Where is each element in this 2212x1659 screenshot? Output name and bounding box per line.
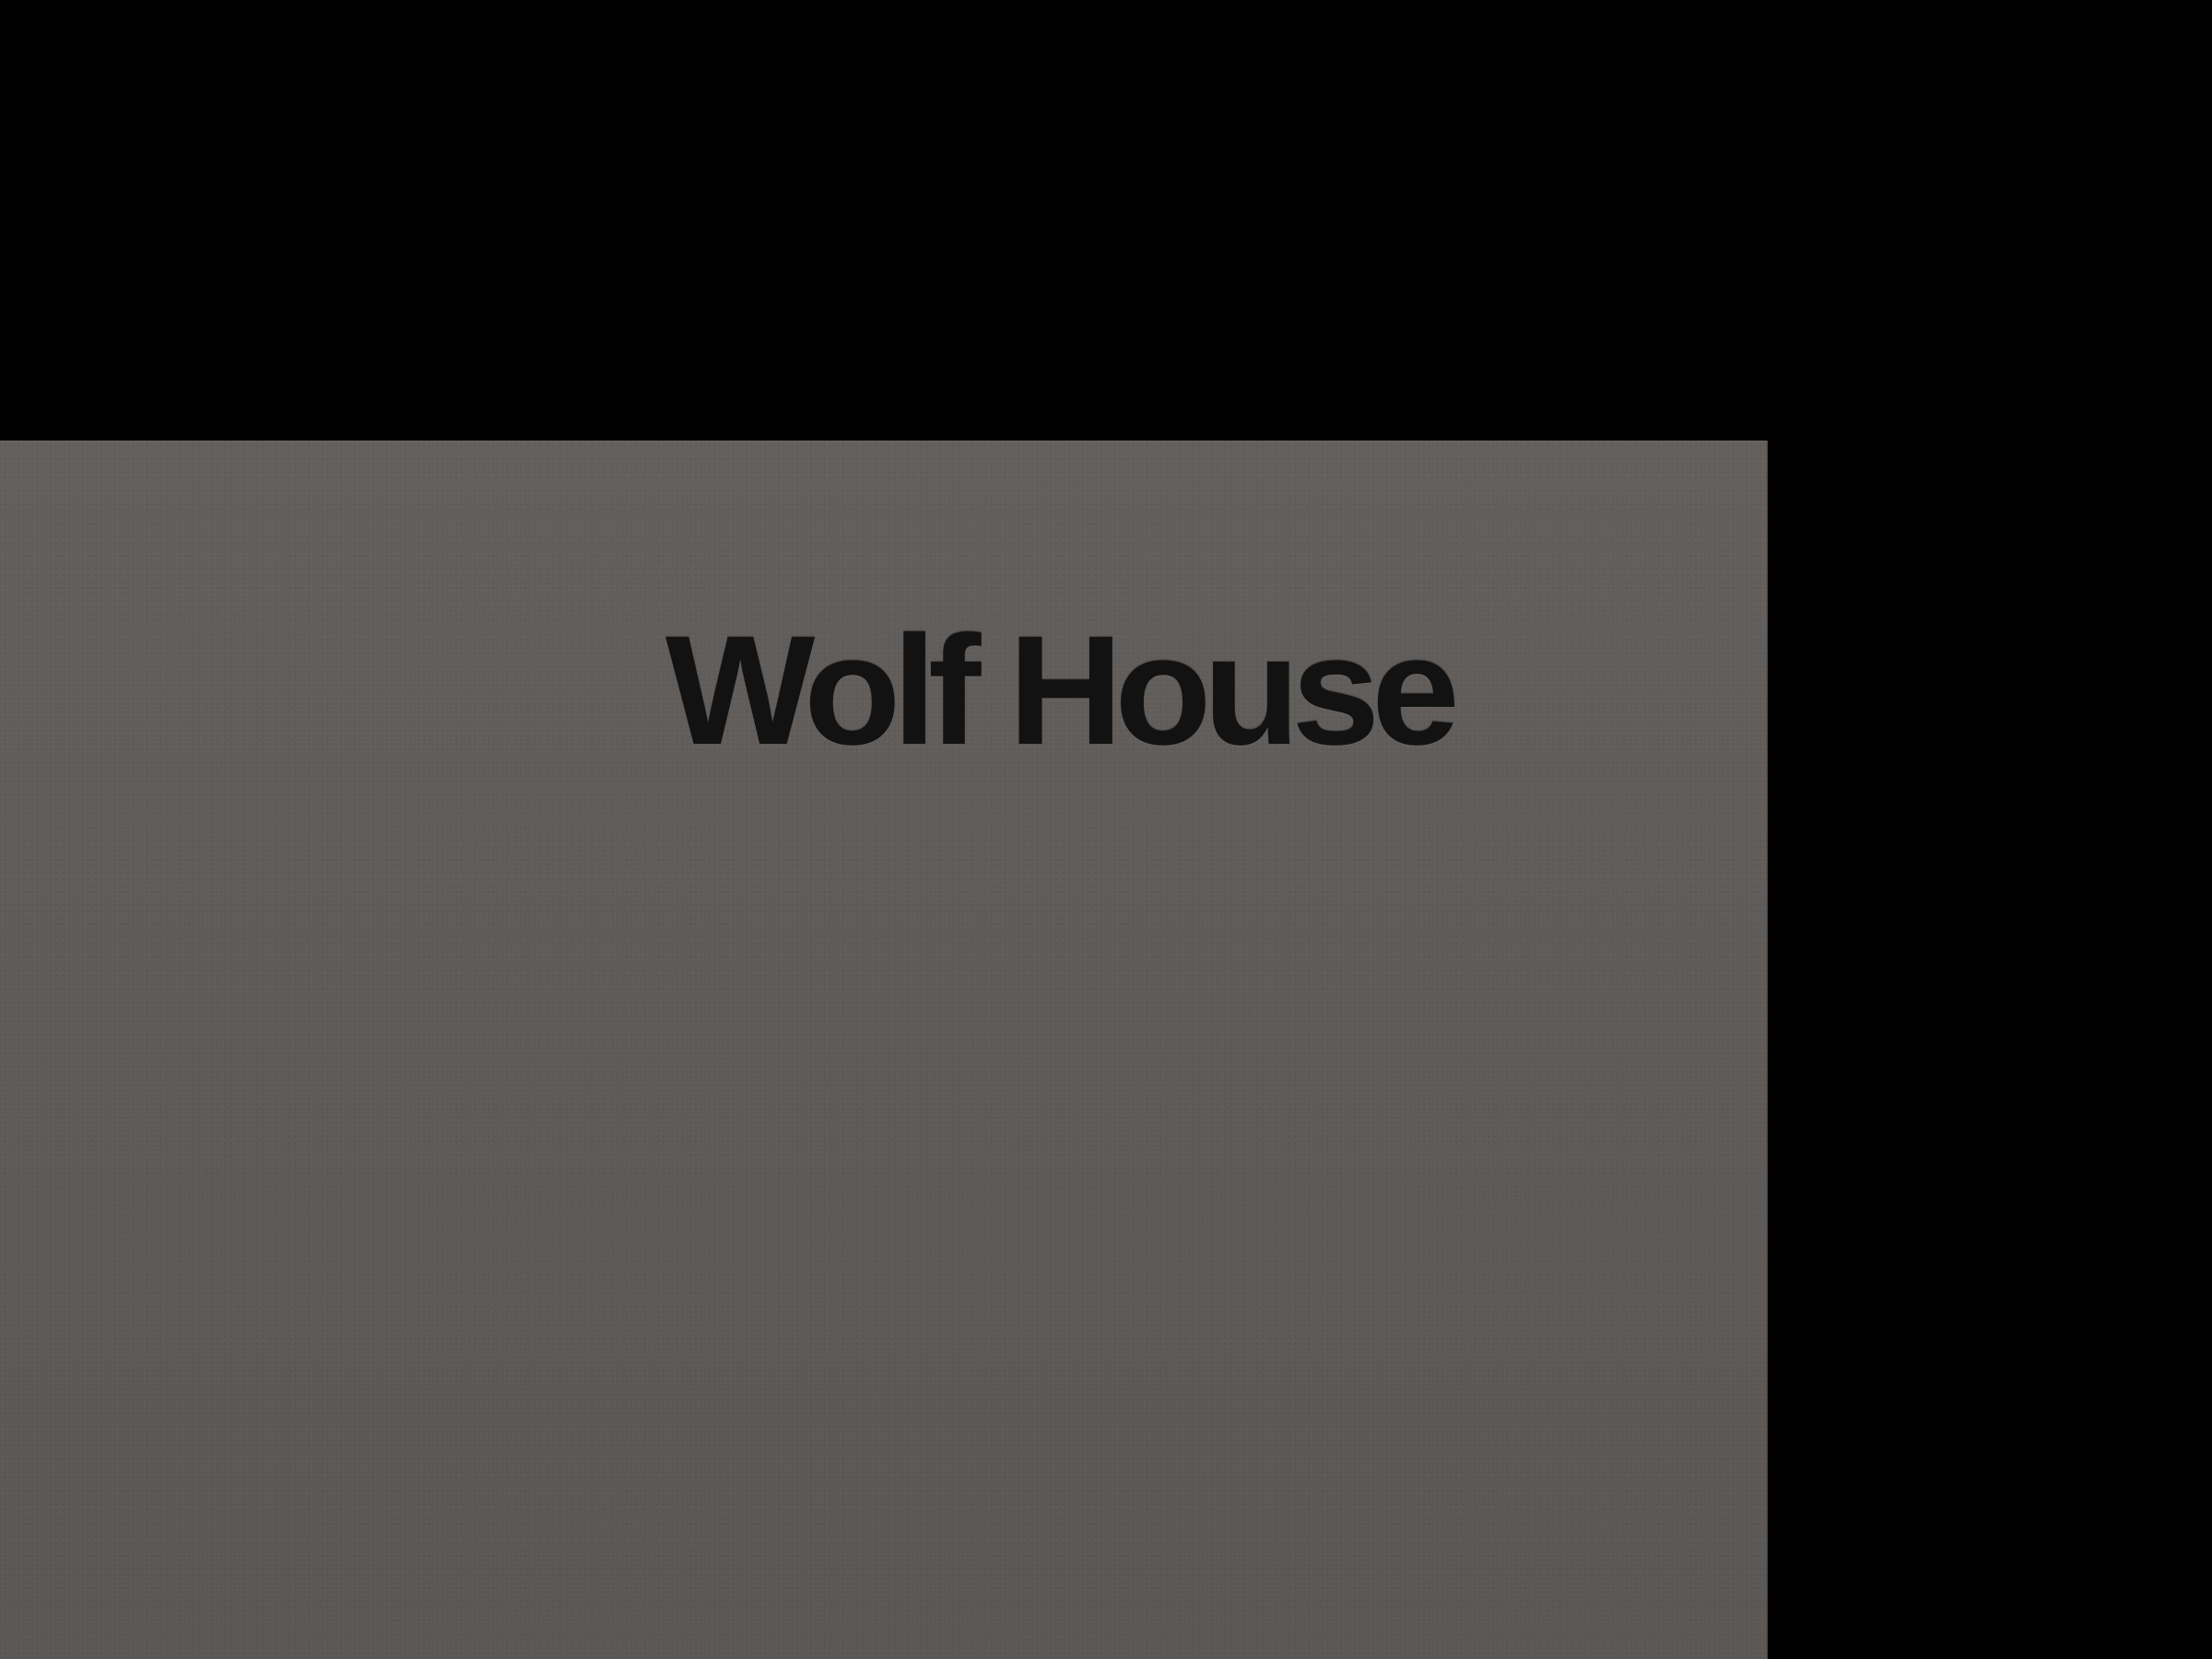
paper-sheet: Wolf House bbox=[0, 441, 1768, 1659]
photo-stage: Wolf House bbox=[0, 0, 2212, 1659]
wolf-house-wordmark: Wolf House bbox=[665, 604, 1460, 778]
paper-edge bbox=[1765, 441, 1768, 1659]
